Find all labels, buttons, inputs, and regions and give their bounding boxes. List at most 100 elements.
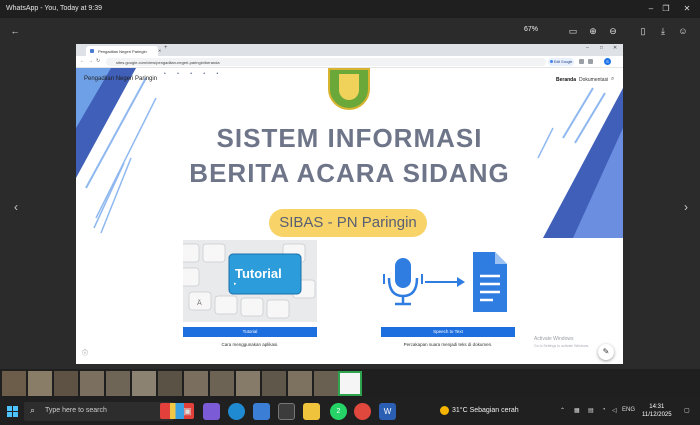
close-icon[interactable]: ✕ — [680, 3, 694, 15]
hero-title-line2: BERITA ACARA SIDANG — [189, 158, 510, 188]
google-edit-button[interactable]: Edit Google — [548, 58, 574, 66]
hero-title-line1: SISTEM INFORMASI — [216, 123, 483, 153]
mail-icon[interactable] — [253, 403, 270, 420]
speech-to-text-button[interactable]: Speech to Text — [381, 327, 515, 337]
browser-maximize-icon[interactable]: □ — [600, 45, 603, 51]
media-thumbnail[interactable] — [132, 371, 156, 396]
wifi-icon[interactable]: ◔ — [602, 407, 606, 413]
notification-icon[interactable]: ▢ — [684, 407, 690, 414]
url-field[interactable]: sites.google.com/view/pengadilan-negeri-… — [106, 58, 546, 66]
weather-text[interactable]: 31°C Sebagian cerah — [452, 407, 519, 414]
word-icon[interactable]: W — [379, 403, 396, 420]
task-view-icon[interactable]: ▣ — [179, 403, 196, 420]
media-filmstrip — [0, 369, 700, 398]
zoom-out-icon[interactable]: ⊖ — [606, 24, 620, 38]
whatsapp-badge: 2 — [336, 408, 341, 415]
media-thumbnail[interactable] — [80, 371, 104, 396]
minimize-icon[interactable]: – — [644, 3, 658, 15]
decorative-dots: • • • • • — [164, 71, 224, 77]
extension-icon[interactable] — [579, 59, 584, 64]
browser-minimize-icon[interactable]: – — [586, 45, 589, 51]
media-thumbnail[interactable] — [184, 371, 208, 396]
tab-close-icon[interactable]: ✕ — [158, 48, 161, 53]
nav-dokumentasi[interactable]: Dokumentasi — [579, 77, 608, 83]
windows-taskbar: ⌕ Type here to search ▣ 2 W 31°C Sebagia… — [0, 398, 700, 425]
activate-windows-title: Activate Windows — [534, 336, 574, 342]
tray-app-icon[interactable]: ▦ — [574, 407, 580, 414]
next-image-icon[interactable]: › — [680, 200, 692, 216]
browser-forward-icon[interactable]: → — [88, 58, 93, 64]
viewer-toolbar: ← 67% ▭ ⊕ ⊖ ▯ ⤓ ☺ — [0, 18, 700, 44]
windows-start-icon[interactable] — [7, 406, 18, 417]
zoom-level[interactable]: 67% — [524, 26, 538, 33]
extension-icon[interactable] — [588, 59, 593, 64]
new-tab-icon[interactable]: + — [164, 45, 168, 51]
shared-screenshot: Pengadilan Negeri Paringin ✕ + – □ ✕ ← →… — [76, 44, 623, 364]
search-placeholder: Type here to search — [45, 407, 107, 414]
speech-to-text-image — [381, 240, 515, 322]
back-arrow-icon[interactable]: ← — [8, 24, 22, 38]
search-icon[interactable]: ⌕ — [611, 76, 614, 83]
tutorial-caption: Cara menggunakan aplikasi. — [221, 342, 279, 347]
maximize-icon[interactable]: ❐ — [659, 3, 673, 15]
logo-emblem — [339, 74, 359, 100]
title-bar: WhatsApp - You, Today at 9:39 – ❐ ✕ — [0, 0, 700, 18]
emoji-icon[interactable]: ☺ — [676, 24, 690, 38]
media-thumbnail[interactable] — [236, 371, 260, 396]
browser-close-icon[interactable]: ✕ — [613, 45, 617, 51]
store-icon[interactable] — [278, 403, 295, 420]
zoom-in-icon[interactable]: ⊕ — [586, 24, 600, 38]
favicon-icon — [90, 49, 94, 53]
tray-chevron-icon[interactable]: ⌃ — [560, 407, 565, 414]
download-icon[interactable]: ⤓ — [656, 24, 670, 38]
volume-icon[interactable]: ◁ — [612, 407, 617, 414]
window-title: WhatsApp - You, Today at 9:39 — [6, 5, 102, 12]
google-icon — [550, 60, 553, 63]
browser-address-bar: ← → ↻ sites.google.com/view/pengadilan-n… — [76, 56, 623, 68]
media-thumbnail[interactable] — [158, 371, 182, 396]
site-name[interactable]: Pengadilan Negeri Paringin — [84, 76, 157, 82]
language-indicator[interactable]: ENG — [622, 407, 635, 413]
clock-time: 14:31 — [649, 404, 665, 410]
tutorial-button[interactable]: Tutorial — [183, 327, 317, 337]
media-thumbnail[interactable] — [262, 371, 286, 396]
media-thumbnail[interactable] — [288, 371, 312, 396]
clock-date: 11/12/2025 — [642, 412, 672, 418]
url-text: sites.google.com/view/pengadilan-negeri-… — [116, 60, 220, 65]
reload-icon[interactable]: ↻ — [96, 58, 100, 64]
tutorial-card: Ä ▸ Tutorial Tutorial Cara menggunakan a… — [183, 240, 317, 347]
media-thumbnail[interactable] — [2, 371, 26, 396]
chrome-icon[interactable] — [354, 403, 371, 420]
whatsapp-icon[interactable]: 2 — [330, 403, 347, 420]
speech-to-text-caption: Percakapan suara menjadi teks di dokumen… — [403, 342, 493, 347]
court-logo — [328, 68, 370, 110]
info-icon[interactable]: ⓘ — [82, 348, 88, 357]
browser-back-icon[interactable]: ← — [80, 58, 85, 64]
fit-screen-icon[interactable]: ▭ — [566, 24, 580, 38]
weather-sun-icon — [440, 406, 449, 415]
media-thumbnail[interactable] — [210, 371, 234, 396]
browser-tab-strip: Pengadilan Negeri Paringin ✕ + – □ ✕ — [76, 44, 623, 56]
speech-to-text-card: Speech to Text Percakapan suara menjadi … — [381, 240, 515, 347]
bookmark-icon[interactable]: ▯ — [636, 24, 650, 38]
media-thumbnail[interactable] — [106, 371, 130, 396]
search-icon: ⌕ — [30, 405, 36, 415]
tutorial-image: Ä ▸ Tutorial — [183, 240, 317, 322]
tray-app-icon[interactable]: ▤ — [588, 407, 594, 414]
edge-icon[interactable] — [228, 403, 245, 420]
browser-tab[interactable]: Pengadilan Negeri Paringin ✕ — [86, 46, 161, 56]
nav-beranda[interactable]: Beranda — [556, 77, 576, 83]
edit-pencil-icon[interactable]: ✎ — [598, 344, 614, 360]
copilot-icon[interactable] — [203, 403, 220, 420]
taskbar-clock[interactable]: 14:31 11/12/2025 — [642, 403, 672, 419]
taskbar-search-input[interactable]: ⌕ Type here to search — [24, 402, 194, 421]
microphone-icon — [395, 258, 411, 288]
media-thumbnail-selected[interactable] — [338, 371, 362, 396]
media-thumbnail[interactable] — [28, 371, 52, 396]
previous-image-icon[interactable]: ‹ — [10, 200, 22, 216]
media-thumbnail[interactable] — [314, 371, 338, 396]
profile-avatar[interactable]: S — [604, 58, 611, 65]
file-explorer-icon[interactable] — [303, 403, 320, 420]
media-thumbnail[interactable] — [54, 371, 78, 396]
tutorial-key-text: Tutorial — [235, 266, 282, 281]
